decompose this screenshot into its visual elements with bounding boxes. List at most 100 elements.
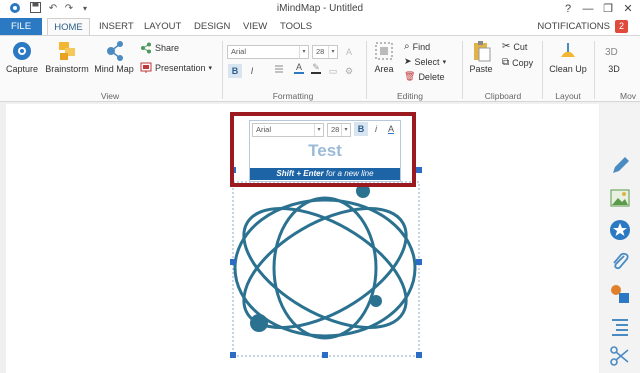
editor-font-dropdown-icon: ▾ [314,124,323,136]
tab-file[interactable]: FILE [0,18,42,35]
editor-toolbar: Arial ▾ 28 ▾ B i A [250,121,400,137]
3d-button[interactable]: 3D 3D [602,40,626,74]
paste-label: Paste [469,64,493,74]
presentation-label: Presentation [155,63,206,73]
capture-icon [13,42,31,60]
list-format-button[interactable] [272,64,286,78]
editor-font-select[interactable]: Arial ▾ [252,123,324,137]
ribbon-separator [222,41,223,99]
editor-italic-button[interactable]: i [369,122,383,136]
ribbon-separator [594,41,595,99]
resize-handle[interactable] [416,167,422,173]
resize-handle[interactable] [230,352,236,358]
tab-layout[interactable]: LAYOUT [139,18,186,35]
resize-handle[interactable] [416,352,422,358]
notifications-button[interactable]: NOTIFICATIONS [537,18,610,35]
cleanup-button[interactable]: Clean Up [546,40,590,74]
font-size-dropdown-icon: ▾ [328,46,337,58]
resize-handle[interactable] [416,259,422,265]
paste-button[interactable]: Paste [466,40,496,74]
capture-label: Capture [5,64,39,74]
highlight-color-button[interactable]: ✎ [309,62,323,76]
close-button[interactable]: ✕ [618,1,638,17]
delete-label: Delete [418,71,445,82]
editor-text-input[interactable]: Test [250,138,400,164]
cut-button[interactable]: ✂ Cut [502,41,527,52]
3d-icon: 3D [605,47,618,58]
paperclip-icon[interactable] [608,250,632,274]
svg-text:3D: 3D [605,47,618,58]
tab-insert[interactable]: INSERT [94,18,139,35]
editor-size-select[interactable]: 28 ▾ [327,123,351,137]
font-family-select[interactable]: Arial ▾ [227,45,309,59]
select-button[interactable]: ➤ Select ▾ [404,56,446,67]
editor-font-value: Arial [256,125,272,134]
italic-button[interactable]: I [245,64,259,78]
restore-button[interactable]: ❐ [598,1,618,17]
ribbon-separator [366,41,367,99]
area-select-icon [375,42,393,60]
help-button[interactable]: ? [558,1,578,17]
paste-icon [474,41,491,62]
mindmap-label: Mind Map [94,64,134,74]
editor-bold-button[interactable]: B [354,122,368,136]
imindmap-window: ↶ ↷ ▾ iMindMap - Untitled ? — ❐ ✕ FILE H… [0,0,640,373]
right-sidebar [600,104,640,373]
3d-label: 3D [608,64,620,74]
group-label-move: Mov [620,91,637,101]
tab-home[interactable]: HOME [47,18,90,35]
grow-font-button[interactable]: A [342,45,356,59]
tab-tools[interactable]: TOOLS [275,18,317,35]
group-label-formatting: Formatting [272,91,314,101]
font-color-icon: A [295,62,302,72]
new-line-hint: Shift + Enter for a new line [250,168,400,180]
share-label: Share [155,43,180,53]
resize-handle[interactable] [322,352,328,358]
tab-design[interactable]: DESIGN [189,18,235,35]
hint-keys: Shift + Enter [276,169,324,178]
shapes-icon[interactable] [608,282,632,306]
cut-label: Cut [513,41,528,52]
pencil-icon[interactable] [608,154,632,178]
editor-color-button[interactable]: A [384,122,398,136]
highlight-color-icon: ✎ [312,62,320,72]
area-button[interactable]: Area [370,40,398,74]
font-size-value: 28 [316,47,325,56]
font-family-value: Arial [231,47,247,56]
trash-icon: 🗑 [404,71,416,81]
scissors-icon[interactable] [608,344,632,368]
font-color-button[interactable]: A [292,62,306,76]
tab-view[interactable]: VIEW [238,18,272,35]
share-button[interactable]: Share [140,42,179,54]
notifications-badge: 2 [615,20,628,33]
resize-handle[interactable] [230,259,236,265]
font-color-swatch [294,72,304,74]
central-image-atom[interactable] [224,180,434,360]
area-label: Area [374,64,394,74]
group-label-editing: Editing [397,91,423,101]
ribbon: Capture Brainstorm Mind Map Share Presen… [0,35,640,102]
ribbon-tabs: FILE HOME INSERT LAYOUT DESIGN VIEW TOOL… [0,18,640,35]
list-format-icon [275,65,283,73]
copy-icon: ⧉ [502,57,510,68]
copy-button[interactable]: ⧉ Copy [502,57,533,68]
minimize-button[interactable]: — [578,1,598,17]
presentation-button[interactable]: Presentation ▾ [140,62,212,74]
find-button[interactable]: ⌕ Find [404,41,430,52]
font-size-select[interactable]: 28 ▾ [312,45,338,59]
cleanup-icon [561,43,575,57]
fill-color-button[interactable]: ▭ [326,64,340,78]
mindmap-button[interactable]: Mind Map [93,40,135,74]
delete-button[interactable]: 🗑 Delete [404,71,444,82]
format-painter-button[interactable]: ⚙ [342,64,356,78]
bold-button[interactable]: B [228,64,242,78]
editor-size-dropdown-icon: ▾ [341,124,350,136]
scissors-icon: ✂ [502,41,511,52]
image-icon[interactable] [608,186,632,210]
list-icon[interactable] [608,314,632,338]
group-label-view: View [100,91,120,101]
capture-button[interactable]: Capture [4,40,40,74]
brainstorm-button[interactable]: Brainstorm [42,40,92,74]
star-icon[interactable] [608,218,632,242]
title-bar: ↶ ↷ ▾ iMindMap - Untitled ? — ❐ ✕ [0,0,640,18]
